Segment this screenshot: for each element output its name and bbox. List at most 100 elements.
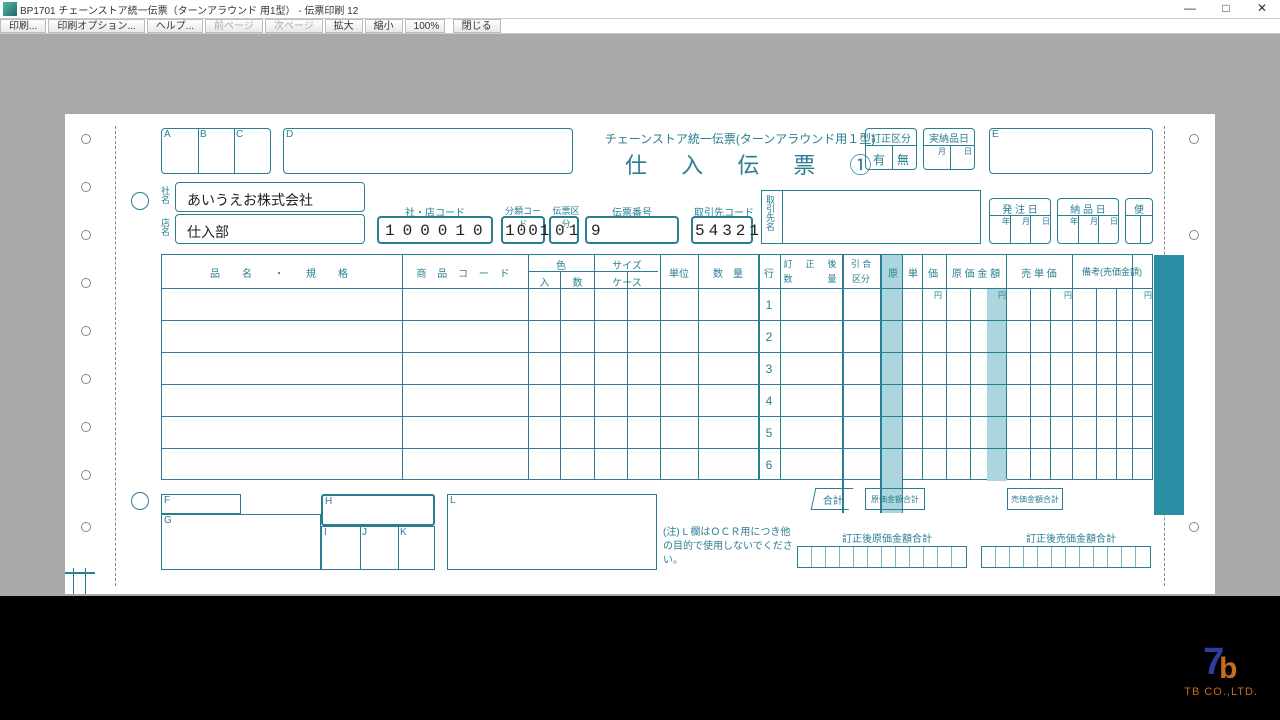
tei-uri-label: 訂正後売価金額合計 bbox=[981, 530, 1161, 545]
col-uritan: 売 単 価 bbox=[1006, 265, 1072, 280]
form-title: 仕 入 伝 票 ① bbox=[625, 148, 885, 180]
sprocket-hole bbox=[81, 470, 91, 480]
col-code: 商 品 コ ー ド bbox=[402, 265, 528, 280]
col-hiki: 引 合 bbox=[842, 257, 880, 270]
col-gentan: 原 単 価 bbox=[880, 265, 946, 280]
cut-mark bbox=[85, 568, 86, 594]
tag-b: B bbox=[200, 129, 207, 140]
box-l: L bbox=[447, 494, 657, 570]
sprocket-hole bbox=[81, 278, 91, 288]
correction-label: 訂正区分 bbox=[866, 130, 916, 145]
deliver-date-label: 納 品 日 bbox=[1058, 201, 1118, 216]
brand-text: TB CO.,LTD. bbox=[1184, 686, 1258, 698]
tag-f: F bbox=[164, 495, 170, 506]
uritotal-label: 売価金額合計 bbox=[1007, 488, 1063, 510]
form-tab bbox=[1154, 255, 1184, 515]
denban-value: 9 bbox=[591, 222, 609, 240]
day-label: 日 bbox=[964, 146, 972, 157]
col-teisei: 訂 正 後 bbox=[780, 257, 842, 270]
tag-c: C bbox=[236, 129, 243, 140]
punch-inner bbox=[131, 192, 149, 210]
bin-label: 便 bbox=[1126, 201, 1152, 216]
correction-box: 訂正区分 有 無 bbox=[865, 128, 917, 170]
col-unit: 単位 bbox=[660, 265, 698, 280]
tag-l: L bbox=[450, 495, 456, 506]
partner-name-box: 取引先名 bbox=[761, 190, 981, 244]
window-title: BP1701 チェーンストア統一伝票（ターンアラウンド 用1型） - 伝票印刷 … bbox=[20, 2, 358, 17]
maximize-button[interactable]: □ bbox=[1208, 0, 1244, 18]
tei-uri-digits bbox=[981, 546, 1151, 568]
footer: 7b TB CO.,LTD. bbox=[0, 596, 1280, 720]
torihiki-value: 54321 bbox=[695, 222, 763, 240]
col-su: 数 bbox=[561, 274, 594, 289]
rownum-2: 2 bbox=[758, 330, 780, 344]
ocr-note: (注) L 欄はＯＣＲ用につき他の目的で使用しないでください。 bbox=[663, 526, 793, 568]
tag-e: E bbox=[992, 129, 999, 140]
bunrui-value: 1001 bbox=[505, 222, 551, 240]
sprocket-hole bbox=[1189, 522, 1199, 532]
month-label: 月 bbox=[938, 146, 946, 157]
rownum-1: 1 bbox=[758, 298, 780, 312]
line-items-grid: 品 名 ・ 規 格 商 品 コ ー ド 色 入 数 サイズ ケース 単位 数 量… bbox=[161, 254, 1153, 480]
rownum-5: 5 bbox=[758, 426, 780, 440]
col-color: 色 bbox=[528, 257, 594, 272]
col-case: ケース bbox=[594, 274, 660, 289]
partner-name-label: 取引先名 bbox=[764, 195, 777, 231]
punch-inner bbox=[131, 492, 149, 510]
sprocket-hole bbox=[81, 422, 91, 432]
print-button[interactable]: 印刷... bbox=[0, 19, 46, 33]
next-page-button[interactable]: 次ページ bbox=[265, 19, 323, 33]
close-button[interactable]: ✕ bbox=[1244, 0, 1280, 18]
print-options-button[interactable]: 印刷オプション... bbox=[48, 19, 144, 33]
minimize-button[interactable]: — bbox=[1172, 0, 1208, 18]
box-f: F bbox=[161, 494, 241, 514]
deliver-date-box: 納 品 日 年 月 日 bbox=[1057, 198, 1119, 244]
cut-mark bbox=[65, 572, 95, 574]
bin-box: 便 bbox=[1125, 198, 1153, 244]
sprocket-hole bbox=[81, 182, 91, 192]
sprocket-hole bbox=[81, 374, 91, 384]
close-preview-button[interactable]: 閉じる bbox=[453, 19, 501, 33]
sprocket-hole bbox=[81, 522, 91, 532]
col-hikik: 区分 bbox=[842, 272, 880, 285]
tag-a: A bbox=[164, 129, 171, 140]
actual-delivery-label: 実納品日 bbox=[924, 130, 974, 145]
col-teisei2: 数 量 bbox=[780, 272, 842, 285]
sprocket-hole bbox=[81, 230, 91, 240]
col-genkin: 原 価 金 額 bbox=[946, 265, 1006, 280]
tag-j: J bbox=[362, 527, 367, 538]
col-size: サイズ bbox=[594, 257, 660, 272]
order-date-box: 発 注 日 年 月 日 bbox=[989, 198, 1051, 244]
tag-g: G bbox=[164, 515, 172, 526]
title-bar: BP1701 チェーンストア統一伝票（ターンアラウンド 用1型） - 伝票印刷 … bbox=[0, 0, 1280, 18]
help-button[interactable]: ヘルプ... bbox=[147, 19, 203, 33]
prev-page-button[interactable]: 前ページ bbox=[205, 19, 263, 33]
sprocket-line-left bbox=[115, 126, 116, 586]
tag-i: I bbox=[324, 527, 327, 538]
tei-gen-digits bbox=[797, 546, 967, 568]
sprocket-hole bbox=[1189, 134, 1199, 144]
actual-delivery-box: 実納品日 月 日 bbox=[923, 128, 975, 170]
app-icon bbox=[3, 2, 17, 16]
tag-h: H bbox=[325, 496, 332, 507]
col-row: 行 bbox=[758, 265, 780, 280]
tb-logo-icon: 7b bbox=[1197, 644, 1245, 684]
form-paper: A B C D チェーンストア統一伝票(ターンアラウンド用１型) 仕 入 伝 票… bbox=[65, 114, 1215, 594]
box-abc: A B C bbox=[161, 128, 271, 174]
col-biko: 備考(売価金額) bbox=[1072, 265, 1152, 278]
zoom-out-button[interactable]: 縮小 bbox=[365, 19, 403, 33]
box-ijk: I J K bbox=[321, 526, 435, 570]
rownum-4: 4 bbox=[758, 394, 780, 408]
sha-code-value: 100010 bbox=[385, 222, 491, 240]
rownum-3: 3 bbox=[758, 362, 780, 376]
store-label: 店名 bbox=[159, 218, 172, 236]
correction-no: 無 bbox=[890, 151, 916, 168]
tag-d: D bbox=[286, 129, 293, 140]
box-d: D bbox=[283, 128, 573, 174]
brand-logo: 7b TB CO.,LTD. bbox=[1184, 644, 1258, 698]
total-label: 合計 bbox=[811, 488, 854, 510]
zoom-level[interactable]: 100% bbox=[405, 19, 445, 33]
cut-mark bbox=[73, 568, 74, 594]
rownum-6: 6 bbox=[758, 458, 780, 472]
zoom-in-button[interactable]: 拡大 bbox=[325, 19, 363, 33]
